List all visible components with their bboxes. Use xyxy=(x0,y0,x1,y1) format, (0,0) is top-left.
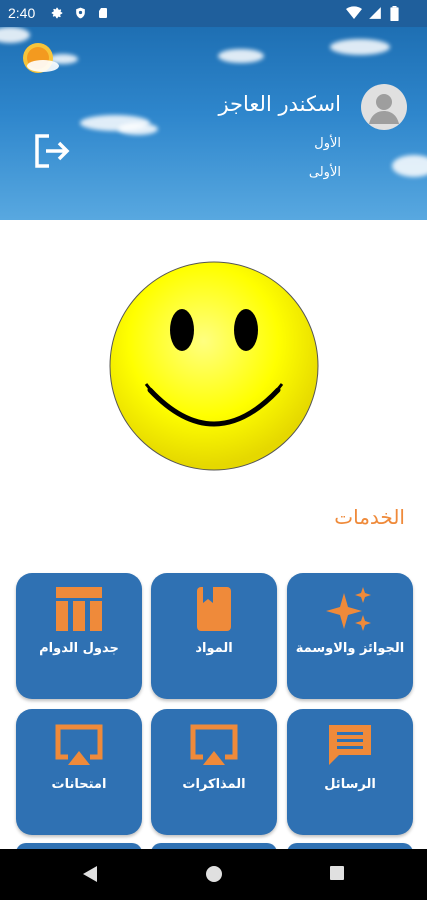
cloud-decoration xyxy=(392,155,427,177)
wifi-icon xyxy=(346,6,362,19)
tile-label: الرسائل xyxy=(324,777,376,792)
system-nav-bar xyxy=(0,849,427,900)
cast-screen-icon xyxy=(190,724,238,765)
tile-messages[interactable]: الرسائل xyxy=(287,709,413,835)
tile-subjects[interactable]: المواد xyxy=(151,573,277,699)
profile-header: اسكندر العاجز الأول الأولى xyxy=(0,27,427,220)
cloud-decoration xyxy=(218,49,264,63)
tile-awards[interactable]: الجوائز والاوسمة xyxy=(287,573,413,699)
tile-exams[interactable]: امتحانات xyxy=(16,709,142,835)
user-name: اسكندر العاجز xyxy=(218,92,341,116)
cloud-decoration xyxy=(118,123,158,135)
tile-label: المذاكرات xyxy=(182,777,246,792)
home-icon[interactable] xyxy=(205,865,223,883)
avatar[interactable] xyxy=(361,84,407,130)
sparkle-stars-icon xyxy=(326,587,371,631)
tile-label: المواد xyxy=(195,641,233,656)
tile-label: الجوائز والاوسمة xyxy=(295,641,405,656)
user-grade: الأول xyxy=(314,136,341,151)
shield-icon xyxy=(76,7,85,19)
settings-gear-icon xyxy=(51,7,63,19)
book-icon xyxy=(197,587,231,631)
signal-icon xyxy=(369,7,381,19)
logout-icon[interactable] xyxy=(33,133,71,169)
tile-label: جدول الدوام xyxy=(39,641,119,656)
status-time: 2:40 xyxy=(8,5,36,21)
tile-label: امتحانات xyxy=(51,777,107,792)
timetable-icon xyxy=(56,587,102,631)
message-icon xyxy=(329,725,371,765)
back-icon[interactable] xyxy=(82,865,98,883)
tile-timetable[interactable]: جدول الدوام xyxy=(16,573,142,699)
recents-icon[interactable] xyxy=(329,865,345,881)
sun-icon xyxy=(23,43,59,73)
services-section-title: الخدمات xyxy=(334,505,405,529)
user-section: الأولى xyxy=(308,165,341,180)
cast-screen-icon xyxy=(55,724,103,765)
person-icon xyxy=(369,94,399,124)
battery-icon xyxy=(390,6,399,21)
student-photo xyxy=(106,258,322,474)
status-bar: 2:40 xyxy=(0,0,427,27)
cloud-decoration xyxy=(330,39,390,55)
sd-card-icon xyxy=(99,8,107,18)
smiley-face-image xyxy=(109,261,319,471)
tile-studies[interactable]: المذاكرات xyxy=(151,709,277,835)
